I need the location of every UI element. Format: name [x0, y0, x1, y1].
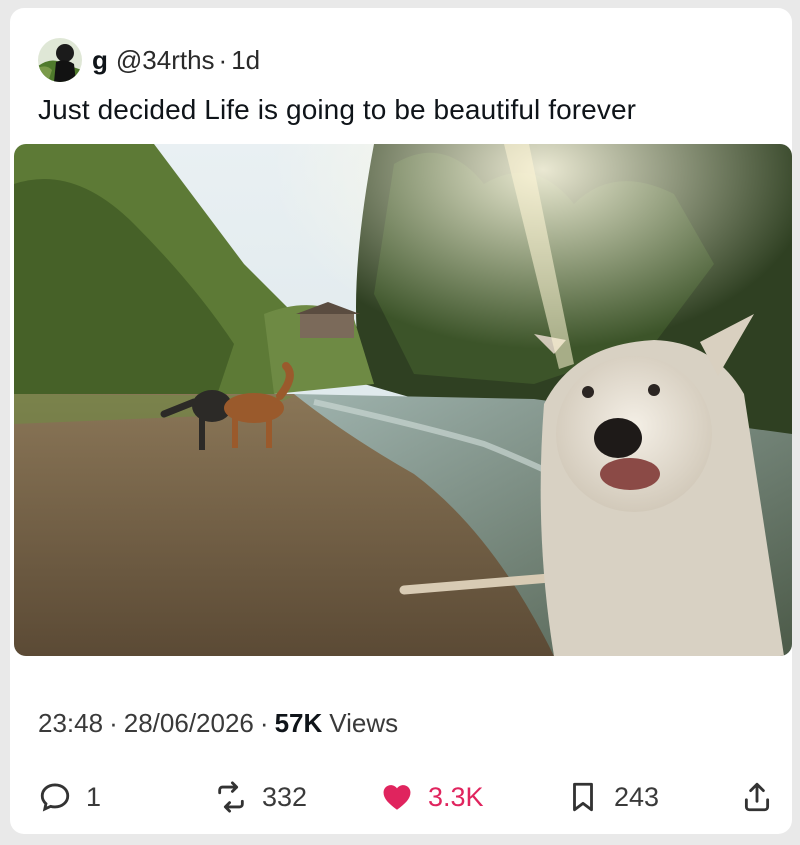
- display-name[interactable]: g: [92, 45, 108, 76]
- share-button[interactable]: [740, 780, 774, 814]
- handle[interactable]: @34rths: [116, 45, 215, 76]
- meta-separator: ·: [259, 708, 269, 738]
- meta-separator: ·: [109, 708, 118, 738]
- bookmark-icon: [573, 782, 593, 812]
- bookmark-count: 243: [614, 781, 660, 812]
- tweet-card: g @34rths · 1d Just decided Life is goin…: [10, 8, 792, 834]
- like-button[interactable]: 3.3K: [380, 780, 484, 814]
- tweet-age[interactable]: 1d: [231, 45, 260, 76]
- reply-icon: [40, 783, 70, 812]
- action-bar: 1 332 3.3K 243: [10, 770, 792, 826]
- like-count: 3.3K: [428, 781, 484, 812]
- reply-count: 1: [86, 781, 102, 812]
- repost-button[interactable]: 332: [214, 780, 307, 814]
- reply-button[interactable]: 1: [38, 780, 101, 814]
- heart-icon: [383, 785, 411, 810]
- repost-count: 332: [262, 781, 308, 812]
- tweet-text: Just decided Life is going to be beautif…: [38, 94, 637, 125]
- repost-icon: [218, 781, 244, 813]
- avatar[interactable]: [38, 38, 82, 82]
- tweet-meta: 23:48 · 28/06/2026 · 57K Views: [38, 708, 398, 739]
- bookmark-button[interactable]: 243: [566, 780, 659, 814]
- tweet-photo[interactable]: [14, 144, 792, 656]
- tweet-time[interactable]: 23:48: [38, 708, 103, 739]
- share-icon: [744, 782, 770, 812]
- tweet-date[interactable]: 28/06/2026: [124, 708, 254, 739]
- tweet-header: g @34rths · 1d: [38, 38, 260, 82]
- views-count: 57K: [274, 708, 323, 738]
- views-label: Views: [329, 708, 399, 738]
- header-separator: ·: [218, 44, 228, 75]
